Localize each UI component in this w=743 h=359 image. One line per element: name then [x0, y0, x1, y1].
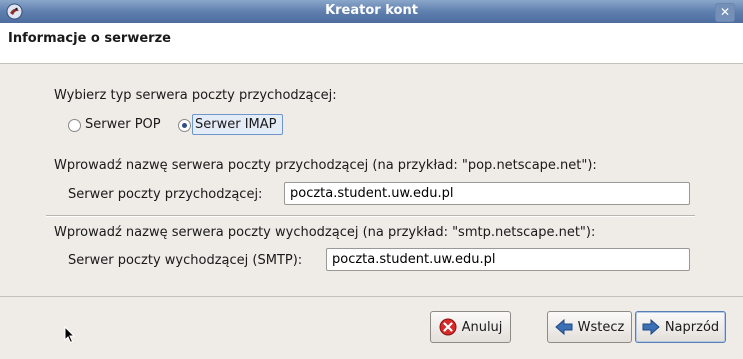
radio-pop[interactable]: [68, 119, 81, 132]
outgoing-server-input[interactable]: poczta.student.uw.edu.pl: [326, 248, 690, 271]
server-settings-panel: Wybierz typ serwera poczty przychodzącej…: [0, 64, 743, 294]
server-type-prompt: Wybierz typ serwera poczty przychodzącej…: [54, 88, 337, 103]
window-titlebar[interactable]: Kreator kont ✕: [0, 0, 743, 24]
radio-imap-focus[interactable]: Serwer IMAP: [192, 114, 283, 135]
close-icon[interactable]: ✕: [715, 3, 735, 22]
next-button[interactable]: Naprzód: [635, 311, 726, 343]
incoming-server-label: Serwer poczty przychodzącej:: [68, 187, 263, 202]
back-button[interactable]: Wstecz: [547, 311, 632, 343]
incoming-server-input[interactable]: poczta.student.uw.edu.pl: [284, 182, 690, 205]
window-title: Kreator kont: [325, 3, 418, 18]
arrow-left-icon: [554, 318, 573, 336]
outgoing-server-label: Serwer poczty wychodzącej (SMTP):: [68, 253, 303, 268]
button-bar-divider: [0, 296, 743, 297]
radio-imap-label[interactable]: Serwer IMAP: [195, 117, 277, 132]
radio-pop-label[interactable]: Serwer POP: [85, 117, 161, 132]
section-divider: [46, 215, 695, 217]
next-button-label: Naprzód: [664, 319, 720, 335]
incoming-description: Wprowadź nazwę serwera poczty przychodzą…: [54, 158, 597, 173]
cancel-button-label: Anuluj: [461, 319, 503, 335]
arrow-right-icon: [642, 318, 660, 336]
cancel-button[interactable]: Anuluj: [430, 311, 511, 343]
page-title: Informacje o serwerze: [8, 31, 171, 46]
back-button-label: Wstecz: [577, 319, 625, 335]
mouse-cursor-icon: [64, 326, 76, 344]
outgoing-description: Wprowadź nazwę serwera poczty wychodzące…: [54, 225, 596, 240]
page-header: Informacje o serwerze: [0, 23, 743, 64]
cancel-icon: [439, 318, 457, 336]
radio-imap[interactable]: [178, 119, 191, 132]
